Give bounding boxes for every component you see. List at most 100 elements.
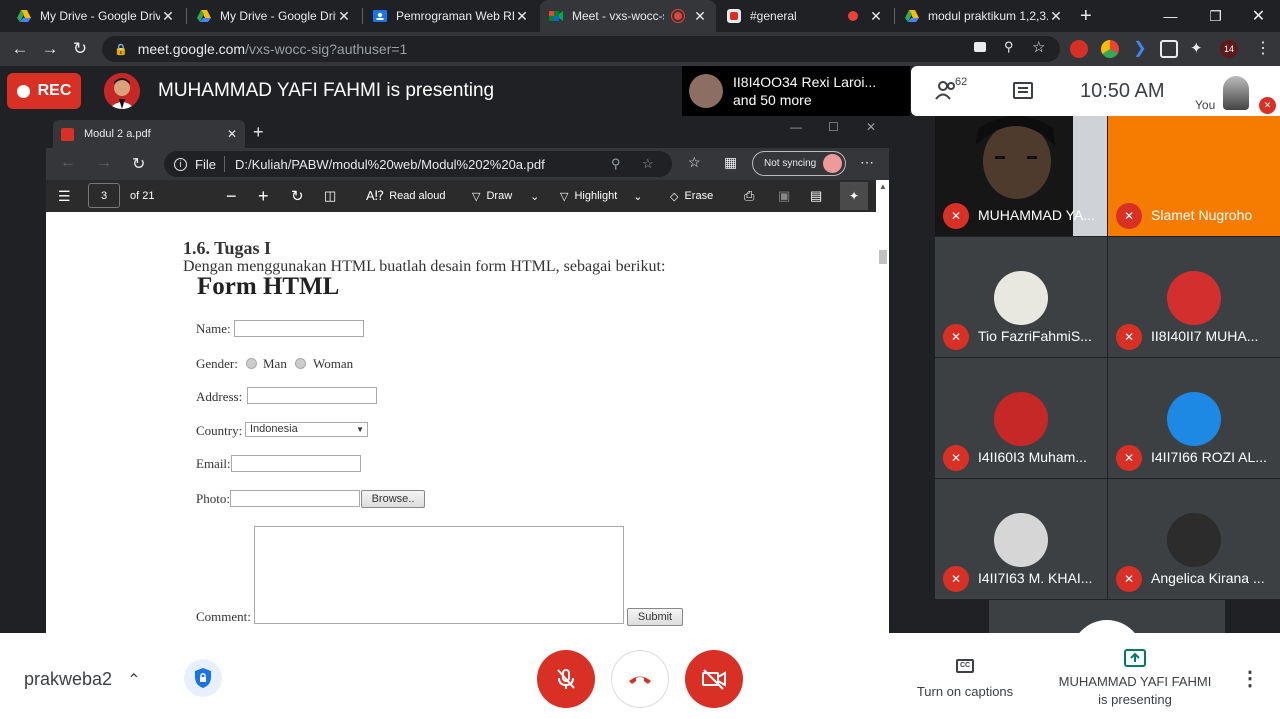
browser-menu-icon[interactable]: ⋮ [1254, 40, 1272, 58]
participant-tile[interactable]: ✕ II8I40II7 MUHA... [1108, 237, 1280, 357]
sync-button[interactable]: Not syncing [752, 151, 846, 176]
highlight-button[interactable]: ▽ Highlight ⌄ [560, 180, 643, 212]
participant-tile[interactable]: ✕ Tio FazriFahmiS... [935, 237, 1107, 357]
back-icon[interactable]: ← [60, 154, 76, 172]
presenter-status-button[interactable]: MUHAMMAD YAFI FAHMI is presenting [1050, 649, 1220, 711]
forward-icon[interactable]: → [38, 37, 62, 61]
read-aloud-button[interactable]: A⁉ Read aloud [366, 180, 445, 212]
google-drive-icon [905, 10, 919, 22]
save-as-icon[interactable]: ▤ [810, 180, 822, 212]
recording-indicator-icon [672, 10, 684, 22]
contents-icon[interactable]: ☰ [58, 180, 71, 212]
print-icon[interactable]: ⎙ [744, 180, 754, 212]
meeting-details-button[interactable]: prakweba2 ⌃ [24, 669, 140, 690]
self-view-thumbnail[interactable]: You [1193, 72, 1253, 116]
participant-tile[interactable]: ✕ Slamet Nugroho [1108, 116, 1280, 236]
participant-tile[interactable]: ✕ I4II7I63 M. KHAI... [935, 479, 1107, 599]
submit-button-image: Submit [627, 608, 683, 626]
extensions-puzzle-icon[interactable]: ✦ [1190, 40, 1208, 58]
browser-tab[interactable]: modul praktikum 1,2,3.p ✕ [896, 0, 1072, 32]
address-label: Address: [196, 389, 243, 404]
camera-icon[interactable] [974, 42, 986, 52]
photo-field-image [230, 490, 360, 507]
close-tab-icon[interactable]: ✕ [868, 8, 884, 25]
fit-page-icon[interactable]: ◫ [324, 180, 336, 212]
favorites-icon[interactable]: ☆ [688, 154, 701, 171]
tab-separator [894, 8, 895, 24]
participant-name: II8I40II7 MUHA... [1151, 328, 1259, 344]
close-tab-icon[interactable]: ✕ [227, 127, 237, 141]
name-label: Name: [196, 321, 231, 336]
muted-mic-icon: ✕ [943, 324, 969, 350]
browser-tab[interactable]: Pemrograman Web RD ✕ [364, 0, 538, 32]
scroll-up-icon[interactable]: ▲ [879, 182, 887, 191]
pdf-scrollbar[interactable]: ▲ [876, 180, 889, 633]
bookmark-star-icon[interactable]: ☆ [1032, 38, 1045, 56]
mic-toggle-button[interactable] [537, 650, 595, 708]
self-tile [989, 600, 1225, 660]
close-tab-icon[interactable]: ✕ [1048, 8, 1064, 25]
browser-tab[interactable]: My Drive - Google Drive ✕ [8, 0, 184, 32]
minimize-icon[interactable]: — [1148, 0, 1193, 32]
new-tab-button[interactable]: + [253, 122, 264, 143]
rotate-icon[interactable]: ↻ [291, 180, 304, 212]
zoom-in-icon[interactable]: + [258, 180, 269, 212]
browser-tab[interactable]: #general ✕ [718, 0, 892, 32]
pdf-tab[interactable]: Modul 2 a.pdf ✕ [53, 120, 245, 148]
forward-icon[interactable]: → [96, 154, 112, 172]
extension-icon[interactable] [1160, 40, 1178, 58]
address-bar[interactable]: 🔒 meet.google.com/vxs-wocc-sig?authuser=… [102, 36, 1060, 62]
bookmark-star-icon[interactable]: ☆ [642, 156, 654, 172]
close-window-icon[interactable]: ✕ [866, 120, 876, 134]
zoom-icon[interactable]: ⚲ [611, 156, 621, 172]
restore-icon[interactable]: ☐ [828, 120, 839, 134]
participant-tile[interactable]: ✕ Angelica Kirana ... [1108, 479, 1280, 599]
host-controls-button[interactable] [184, 659, 222, 697]
page-number-input[interactable]: 3 [88, 183, 120, 208]
draw-icon: ▽ [472, 190, 481, 203]
minimize-icon[interactable]: — [790, 120, 802, 134]
self-avatar [1223, 76, 1249, 110]
participant-tile[interactable]: ✕ I4II60I3 Muham... [935, 358, 1107, 478]
tab-separator [362, 8, 363, 24]
participant-tile[interactable]: ✕ I4II7I66 ROZI AL... [1108, 358, 1280, 478]
reload-icon[interactable]: ↻ [132, 154, 145, 174]
pdf-address-bar[interactable]: i File D:/Kuliah/PABW/modul%20web/Modul%… [164, 151, 672, 177]
extension-icon[interactable]: ❯ [1131, 40, 1149, 58]
more-options-icon[interactable]: ⋮ [1240, 666, 1260, 691]
reload-icon[interactable]: ↻ [68, 37, 92, 61]
zoom-icon[interactable]: ⚲ [1004, 39, 1014, 55]
scroll-thumb[interactable] [879, 250, 887, 264]
extension-icon[interactable] [1070, 40, 1088, 58]
leave-call-button[interactable] [611, 650, 669, 708]
profile-avatar[interactable]: 14 [1220, 40, 1238, 58]
captions-button[interactable]: CC Turn on captions [900, 657, 1030, 707]
close-tab-icon[interactable]: ✕ [336, 8, 352, 25]
browser-tab[interactable]: My Drive - Google Drive ✕ [188, 0, 360, 32]
read-aloud-icon: A⁉ [366, 188, 385, 203]
close-tab-icon[interactable]: ✕ [514, 8, 530, 25]
section-heading: 1.6. Tugas I [183, 238, 272, 258]
collections-icon[interactable]: ▦ [724, 154, 737, 171]
extension-icon[interactable] [1101, 40, 1119, 58]
participant-tile[interactable]: ✕ MUHAMMAD YA... [935, 116, 1107, 236]
viewers-summary[interactable]: II8I4OO34 Rexi Laroi... and 50 more [682, 66, 910, 116]
back-icon[interactable]: ← [8, 37, 32, 61]
close-window-icon[interactable]: ✕ [1236, 0, 1280, 32]
pin-toolbar-icon[interactable]: ✦ [840, 182, 868, 210]
zoom-out-icon[interactable]: − [226, 180, 237, 212]
draw-button[interactable]: ▽ Draw ⌄ [472, 180, 539, 212]
more-menu-icon[interactable]: ⋯ [860, 154, 874, 171]
close-tab-icon[interactable]: ✕ [160, 8, 176, 25]
browser-tab-active[interactable]: Meet - vxs-wocc-sig ✕ [540, 0, 716, 32]
close-tab-icon[interactable]: ✕ [692, 8, 708, 25]
camera-toggle-button[interactable] [685, 650, 743, 708]
save-icon[interactable]: ▣ [778, 180, 790, 212]
people-count: 62 [955, 76, 968, 88]
participant-avatar [994, 513, 1048, 567]
people-button[interactable]: 62 [935, 76, 975, 104]
chat-icon[interactable] [1013, 82, 1033, 99]
restore-icon[interactable]: ❐ [1193, 0, 1238, 32]
erase-button[interactable]: ◇ Erase [670, 180, 713, 212]
new-tab-button[interactable]: + [1080, 0, 1104, 32]
